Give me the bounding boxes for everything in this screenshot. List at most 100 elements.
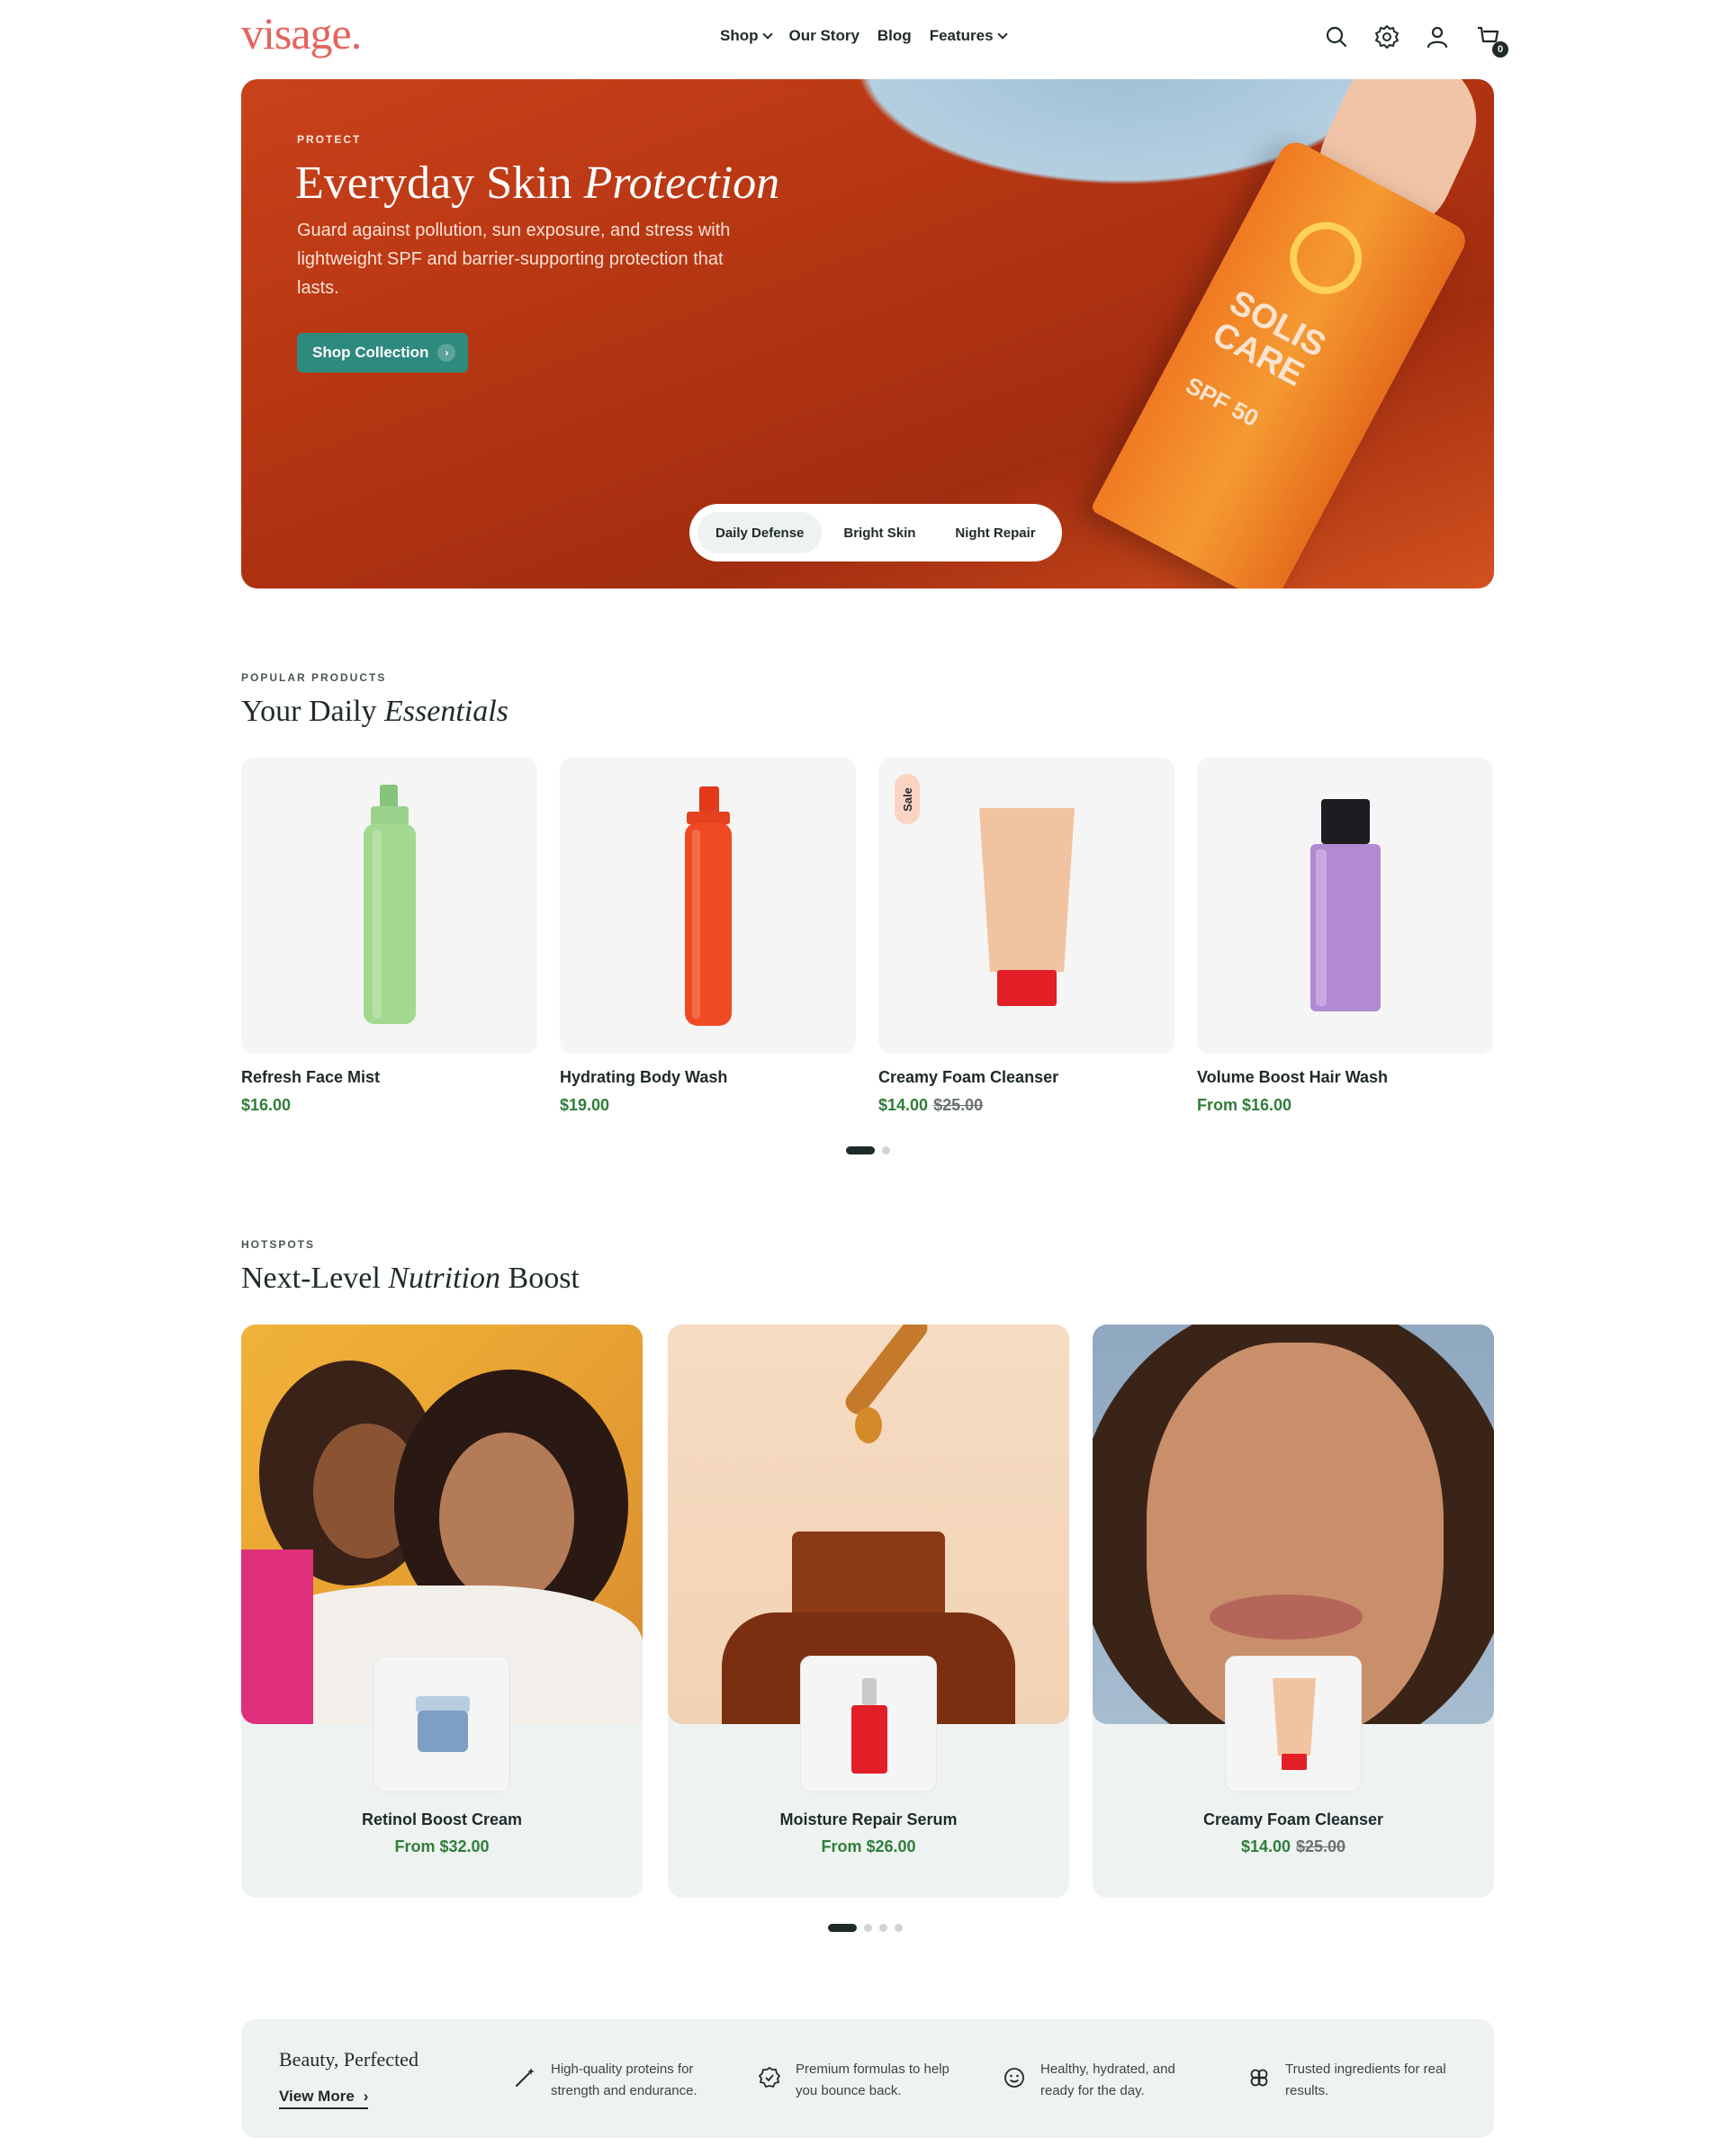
price-current: From $32.00 xyxy=(394,1837,490,1855)
feature-text: High-quality proteins for strength and e… xyxy=(551,2062,698,2098)
serum-bottle-image xyxy=(851,1678,887,1774)
face-mist-bottle-image xyxy=(364,785,416,1024)
tab-night-repair[interactable]: Night Repair xyxy=(937,512,1053,553)
nav-our-story[interactable]: Our Story xyxy=(789,27,860,45)
nav-features-label: Features xyxy=(929,27,994,44)
nav-blog[interactable]: Blog xyxy=(878,27,912,45)
product-name[interactable]: Creamy Foam Cleanser xyxy=(878,1068,1174,1087)
hotspot-card: Moisture Repair Serum From $26.00 xyxy=(668,1325,1069,1898)
hotspots-title-plain: Next-Level xyxy=(241,1262,381,1295)
hero-product-spf: SPF 50 xyxy=(1181,371,1264,433)
hero-eyebrow: PROTECT xyxy=(297,133,362,146)
hotspot-product-name[interactable]: Moisture Repair Serum xyxy=(668,1810,1069,1829)
hotspot-product-price: From $32.00 xyxy=(241,1837,643,1856)
price-current: From $26.00 xyxy=(821,1837,916,1855)
shop-collection-label: Shop Collection xyxy=(312,344,429,361)
product-name[interactable]: Hydrating Body Wash xyxy=(560,1068,856,1087)
chevron-down-icon xyxy=(761,29,773,40)
tab-daily-defense[interactable]: Daily Defense xyxy=(698,512,823,553)
tab-bright-skin[interactable]: Bright Skin xyxy=(825,512,933,553)
view-more-label: View More xyxy=(279,2088,355,2105)
search-icon[interactable] xyxy=(1323,23,1350,50)
popular-pagination xyxy=(846,1146,890,1154)
view-more-link[interactable]: View More › xyxy=(279,2088,369,2109)
badge-check-icon xyxy=(758,2066,781,2089)
hero-title-plain: Everyday Skin xyxy=(295,157,572,209)
product-name[interactable]: Volume Boost Hair Wash xyxy=(1197,1068,1493,1087)
pagination-dot[interactable] xyxy=(864,1924,872,1932)
hero-title: Everyday Skin Protection xyxy=(295,157,779,210)
popular-title-italic: Essentials xyxy=(384,695,508,728)
hotspot-card: Creamy Foam Cleanser $14.00 $25.00 xyxy=(1093,1325,1494,1898)
price-current: From $16.00 xyxy=(1197,1096,1292,1114)
hotspot-product-price: From $26.00 xyxy=(668,1837,1069,1856)
hero-title-italic: Protection xyxy=(583,157,780,209)
feature-text: Trusted ingredients for real results. xyxy=(1285,2062,1446,2098)
product-card[interactable]: Sale Creamy Foam Cleanser $14.00 $25.00 xyxy=(878,758,1174,1115)
pagination-dot[interactable] xyxy=(846,1146,875,1154)
pagination-dot[interactable] xyxy=(895,1924,903,1932)
cleanser-tube-image xyxy=(1273,1678,1316,1770)
hotspot-product-thumb[interactable] xyxy=(374,1656,510,1792)
product-card[interactable]: Volume Boost Hair Wash From $16.00 xyxy=(1197,758,1493,1115)
hotspot-card: Retinol Boost Cream From $32.00 xyxy=(241,1325,643,1898)
nav-shop-label: Shop xyxy=(720,27,759,44)
product-image[interactable] xyxy=(560,758,856,1054)
logo[interactable]: visage. xyxy=(241,7,362,59)
price-compare: $25.00 xyxy=(933,1096,984,1114)
product-card[interactable]: Hydrating Body Wash $19.00 xyxy=(560,758,856,1115)
hotspots-eyebrow: HOTSPOTS xyxy=(241,1238,316,1251)
product-price: $14.00 $25.00 xyxy=(878,1096,1174,1115)
pagination-dot[interactable] xyxy=(828,1924,857,1932)
hero-tabs: Daily Defense Bright Skin Night Repair xyxy=(689,504,1062,561)
model-lips-image xyxy=(1210,1595,1363,1639)
chevron-right-icon: › xyxy=(437,344,456,362)
hotspot-product-thumb[interactable] xyxy=(800,1656,937,1792)
popular-title-plain: Your Daily xyxy=(241,695,377,728)
chevron-down-icon xyxy=(996,29,1008,40)
nav-our-story-label: Our Story xyxy=(788,27,860,44)
cart-count-badge: 0 xyxy=(1492,41,1508,58)
popular-eyebrow: POPULAR PRODUCTS xyxy=(241,671,387,684)
product-image[interactable] xyxy=(1197,758,1493,1054)
body-wash-bottle-image xyxy=(685,786,732,1026)
site-header: visage. Shop Our Story Blog Features 0 xyxy=(0,0,1728,77)
price-compare: $25.00 xyxy=(1296,1837,1346,1855)
main-nav: Shop Our Story Blog Features xyxy=(720,27,1008,45)
feature-strip: Beauty, Perfected View More › High-qualit… xyxy=(241,2019,1494,2138)
price-current: $14.00 xyxy=(1240,1837,1291,1855)
oil-drop-image xyxy=(855,1407,882,1443)
feature-item: Premium formulas to help you bounce back… xyxy=(758,2059,967,2102)
price-current: $19.00 xyxy=(560,1096,610,1114)
product-price: $16.00 xyxy=(241,1096,537,1115)
pink-towel-image xyxy=(241,1550,313,1724)
product-name[interactable]: Refresh Face Mist xyxy=(241,1068,537,1087)
settings-icon[interactable] xyxy=(1373,23,1400,50)
hair-wash-bottle-image xyxy=(1310,799,1381,1011)
product-image[interactable]: Sale xyxy=(878,758,1174,1054)
cart-icon[interactable]: 0 xyxy=(1474,23,1508,58)
feature-text: Premium formulas to help you bounce back… xyxy=(796,2062,950,2098)
hotspot-product-name[interactable]: Creamy Foam Cleanser xyxy=(1093,1810,1494,1829)
product-price: From $16.00 xyxy=(1197,1096,1493,1115)
hotspot-product-name[interactable]: Retinol Boost Cream xyxy=(241,1810,643,1829)
account-icon[interactable] xyxy=(1424,23,1451,50)
hero-description: Guard against pollution, sun exposure, a… xyxy=(297,220,731,298)
sun-logo-icon xyxy=(1277,209,1375,307)
hotspot-product-price: $14.00 $25.00 xyxy=(1093,1837,1494,1856)
sale-badge-label: Sale xyxy=(900,786,914,812)
nav-blog-label: Blog xyxy=(877,27,912,44)
hotspots-title: Next-Level Nutrition Boost xyxy=(241,1262,580,1296)
hero-banner: SOLIS CARE SPF 50 PROTECT Everyday Skin … xyxy=(241,79,1494,588)
pagination-dot[interactable] xyxy=(879,1924,887,1932)
nav-features[interactable]: Features xyxy=(929,27,1008,45)
nav-shop[interactable]: Shop xyxy=(720,27,773,45)
price-current: $16.00 xyxy=(241,1096,292,1114)
hotspots-title-italic: Nutrition xyxy=(388,1262,501,1295)
shop-collection-button[interactable]: Shop Collection › xyxy=(297,333,469,373)
product-card[interactable]: Refresh Face Mist $16.00 xyxy=(241,758,537,1115)
hero-product-image: SOLIS CARE SPF 50 xyxy=(1090,136,1472,588)
pagination-dot[interactable] xyxy=(882,1146,890,1154)
product-image[interactable] xyxy=(241,758,537,1054)
hotspot-product-thumb[interactable] xyxy=(1225,1656,1362,1792)
